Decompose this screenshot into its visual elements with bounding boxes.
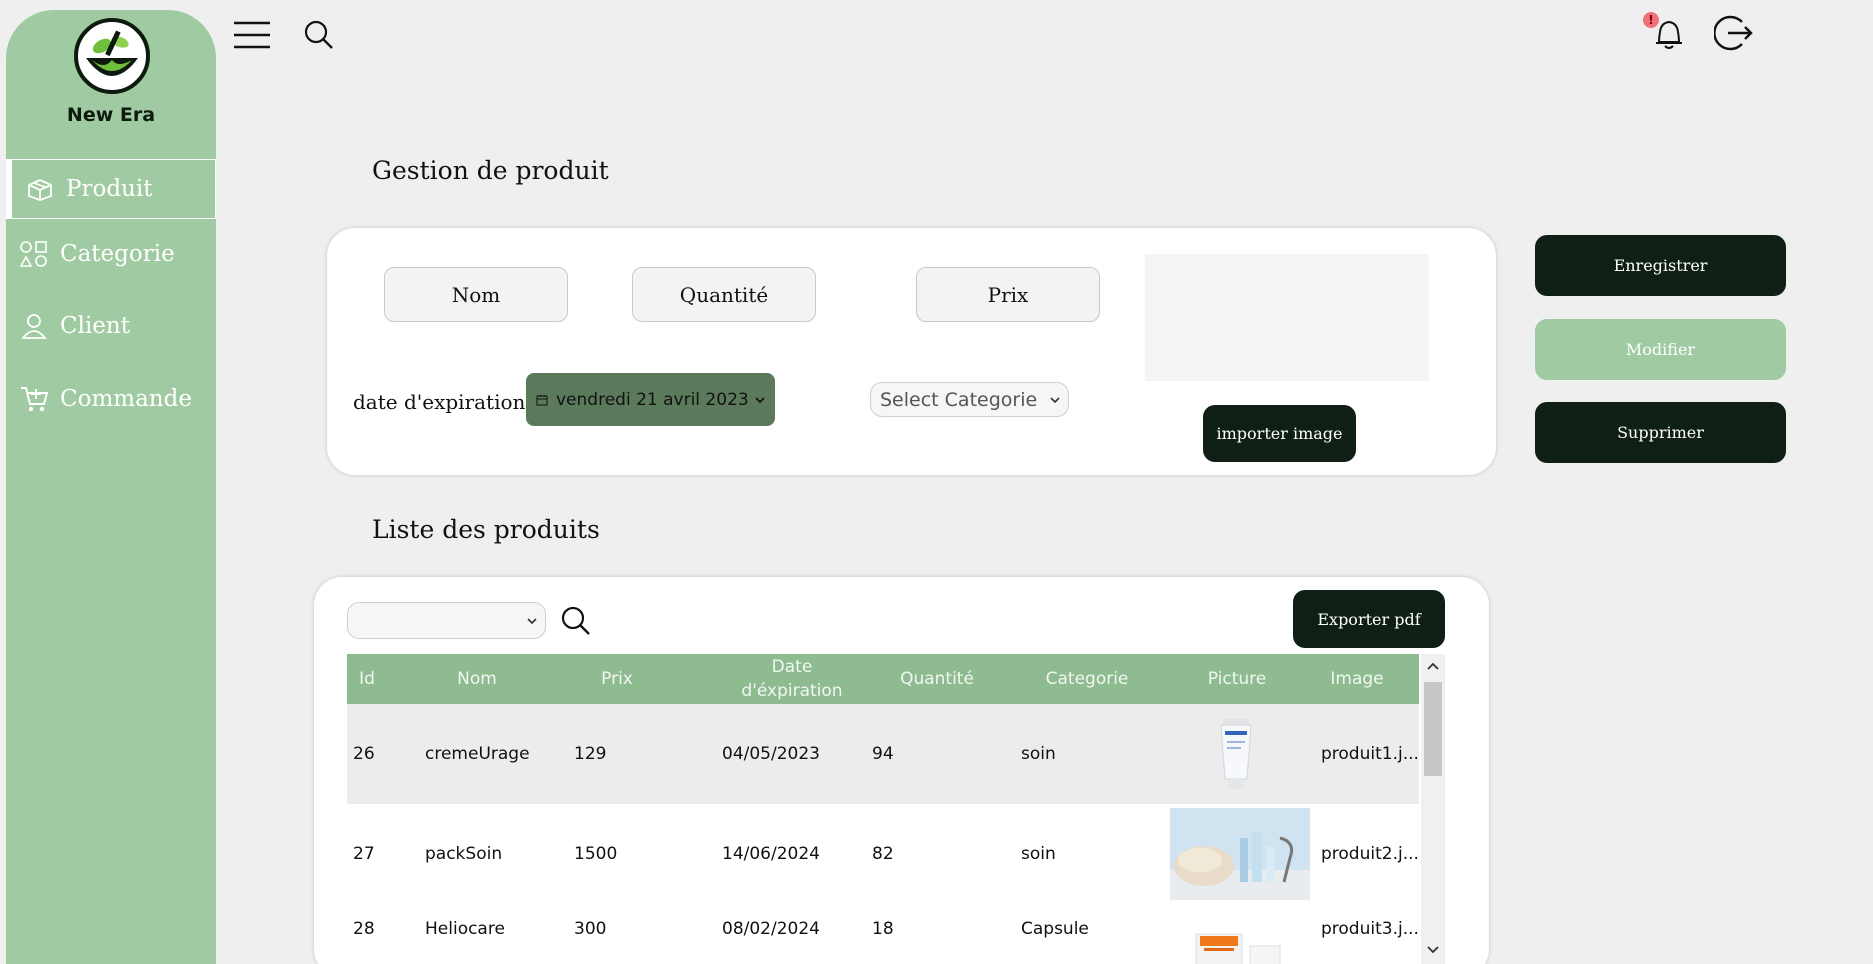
category-select-value: Select Categorie	[880, 388, 1038, 411]
date-expiration-label: date d'expiration	[353, 390, 526, 414]
table-row[interactable]: 28 Heliocare 300 08/02/2024 18 Capsule p…	[347, 904, 1419, 964]
column-header-categorie[interactable]: Categorie	[1027, 654, 1147, 704]
cell-quantite: 94	[872, 744, 894, 764]
sidebar-item-categorie[interactable]: Categorie	[6, 224, 216, 284]
column-header-nom[interactable]: Nom	[427, 654, 527, 704]
bell-icon[interactable]	[1651, 16, 1687, 52]
import-image-button[interactable]: importer image	[1203, 405, 1356, 462]
column-header-quantite[interactable]: Quantité	[877, 654, 997, 704]
cell-id: 28	[353, 919, 375, 939]
cell-image: produit3.j...	[1321, 919, 1419, 939]
sidebar-item-label: Commande	[60, 386, 192, 412]
shapes-icon	[14, 240, 54, 268]
scrollbar-thumb[interactable]	[1424, 682, 1442, 776]
column-header-date[interactable]: Date d'éxpiration	[727, 654, 857, 704]
cell-quantite: 18	[872, 919, 894, 939]
user-icon	[14, 312, 54, 340]
cart-icon	[14, 385, 54, 413]
cell-prix: 129	[574, 744, 607, 764]
product-picture	[1170, 804, 1310, 904]
date-value: vendredi 21 avril 2023	[556, 389, 749, 410]
date-expiration-picker[interactable]: vendredi 21 avril 2023	[526, 373, 775, 426]
logo-icon	[74, 18, 150, 94]
cell-prix: 1500	[574, 844, 618, 864]
cell-nom: cremeUrage	[425, 744, 530, 764]
table-row[interactable]: 27 packSoin 1500 14/06/2024 82 soin prod…	[347, 804, 1419, 904]
cell-image: produit1.j...	[1321, 744, 1419, 764]
product-picture	[1194, 928, 1286, 964]
cell-id: 26	[353, 744, 375, 764]
search-icon[interactable]	[561, 606, 591, 636]
cell-date: 04/05/2023	[722, 744, 820, 764]
column-header-id[interactable]: Id	[347, 654, 387, 704]
hamburger-menu-icon[interactable]	[233, 20, 271, 50]
brand-name: New Era	[66, 104, 156, 126]
chevron-down-icon	[755, 396, 765, 404]
nom-field[interactable]: Nom	[384, 267, 568, 322]
delete-button[interactable]: Supprimer	[1535, 402, 1786, 463]
image-preview	[1145, 254, 1429, 381]
chevron-down-icon	[1050, 396, 1060, 404]
cell-quantite: 82	[872, 844, 894, 864]
chevron-down-icon[interactable]	[1427, 946, 1439, 954]
cell-date: 14/06/2024	[722, 844, 820, 864]
modify-button[interactable]: Modifier	[1535, 319, 1786, 380]
table-row[interactable]: 26 cremeUrage 129 04/05/2023 94 soin pro…	[347, 704, 1419, 804]
logo: New Era	[6, 10, 216, 140]
sidebar-item-commande[interactable]: Commande	[6, 369, 216, 429]
prix-field[interactable]: Prix	[916, 267, 1100, 322]
sidebar-item-label: Categorie	[60, 241, 175, 267]
cell-nom: packSoin	[425, 844, 503, 864]
sidebar-item-label: Client	[60, 313, 130, 339]
search-icon[interactable]	[304, 20, 334, 50]
cell-categorie: Capsule	[1021, 919, 1089, 939]
category-select[interactable]: Select Categorie	[870, 382, 1069, 417]
sidebar-item-produit[interactable]: Produit	[6, 159, 216, 219]
column-header-picture[interactable]: Picture	[1177, 654, 1297, 704]
cell-date: 08/02/2024	[722, 919, 820, 939]
sidebar-item-client[interactable]: Client	[6, 296, 216, 356]
sidebar: New Era Produit Categorie Client Command…	[6, 10, 216, 964]
export-pdf-button[interactable]: Exporter pdf	[1293, 590, 1445, 648]
box-icon	[20, 176, 60, 202]
column-header-prix[interactable]: Prix	[577, 654, 657, 704]
table-header: Id Nom Prix Date d'éxpiration Quantité C…	[347, 654, 1419, 704]
table-scrollbar[interactable]	[1421, 654, 1445, 964]
cell-id: 27	[353, 844, 375, 864]
page-title: Gestion de produit	[372, 156, 609, 185]
list-title: Liste des produits	[372, 515, 600, 544]
filter-select[interactable]	[347, 602, 546, 639]
cell-image: produit2.j...	[1321, 844, 1419, 864]
product-picture	[1215, 704, 1257, 804]
cell-nom: Heliocare	[425, 919, 505, 939]
sidebar-item-label: Produit	[66, 176, 153, 202]
logout-icon[interactable]	[1714, 14, 1754, 52]
save-button[interactable]: Enregistrer	[1535, 235, 1786, 296]
chevron-up-icon[interactable]	[1427, 662, 1439, 670]
column-header-image[interactable]: Image	[1307, 654, 1407, 704]
cell-categorie: soin	[1021, 744, 1056, 764]
cell-categorie: soin	[1021, 844, 1056, 864]
quantite-field[interactable]: Quantité	[632, 267, 816, 322]
cell-prix: 300	[574, 919, 607, 939]
chevron-down-icon	[527, 617, 537, 625]
calendar-icon	[536, 394, 548, 406]
